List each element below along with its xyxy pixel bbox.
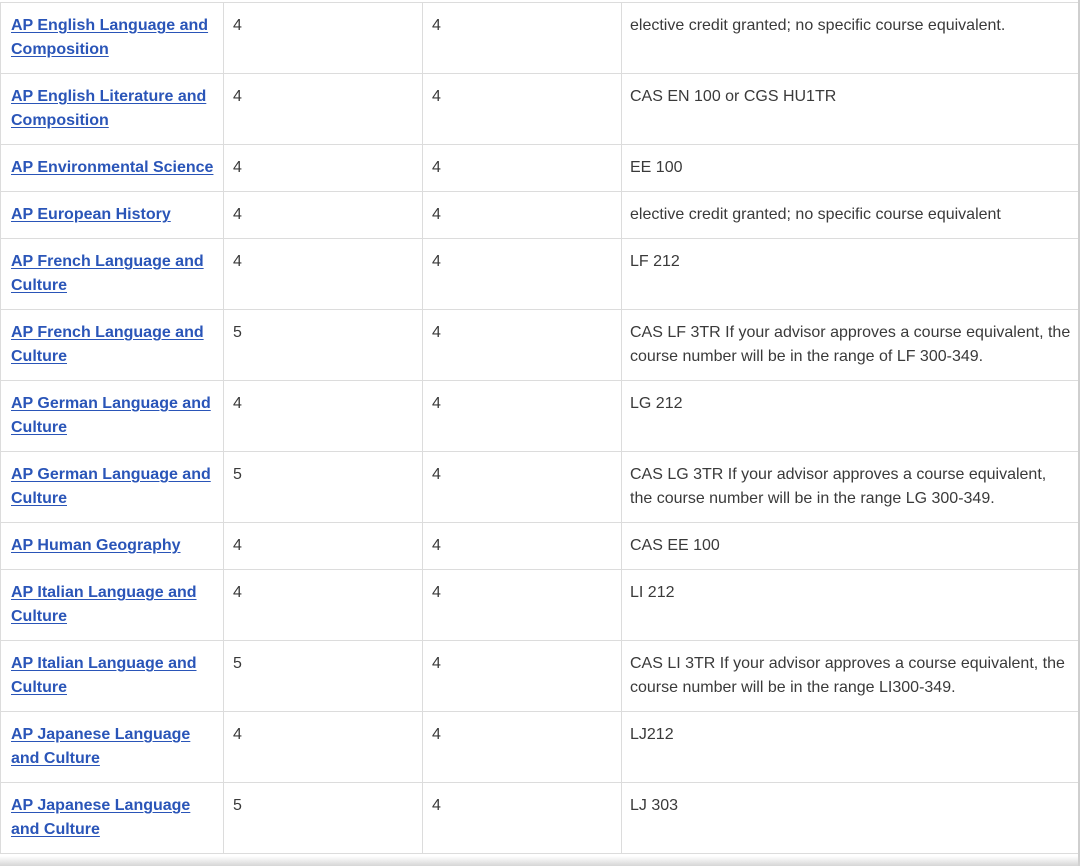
table-row: AP Italian Language and Culture 5 4 CAS … (0, 640, 1079, 712)
table-row: AP French Language and Culture 5 4 CAS L… (0, 309, 1079, 381)
credits-cell: 4 (422, 711, 622, 783)
course-link[interactable]: AP French Language and Culture (11, 324, 204, 365)
credits-cell: 4 (422, 522, 622, 570)
course-cell: AP German Language and Culture (0, 451, 224, 523)
score-cell: 5 (223, 782, 423, 854)
table-row: AP Human Geography 4 4 CAS EE 100 (0, 522, 1079, 570)
equivalent-cell: EE 100 (621, 144, 1079, 192)
equivalent-cell: CAS LF 3TR If your advisor approves a co… (621, 309, 1079, 381)
course-link[interactable]: AP English Literature and Composition (11, 88, 206, 129)
credits-cell: 4 (422, 73, 622, 145)
course-link[interactable]: AP French Language and Culture (11, 253, 204, 294)
course-link[interactable]: AP Italian Language and Culture (11, 655, 197, 696)
credits-cell: 4 (422, 569, 622, 641)
score-cell: 4 (223, 380, 423, 452)
score-cell: 4 (223, 191, 423, 239)
table-row: AP English Language and Composition 4 4 … (0, 2, 1079, 74)
course-link[interactable]: AP European History (11, 206, 171, 223)
course-link[interactable]: AP Environmental Science (11, 159, 213, 176)
equivalent-cell: LF 212 (621, 238, 1079, 310)
course-cell: AP Japanese Language and Culture (0, 711, 224, 783)
course-link[interactable]: AP English Language and Composition (11, 17, 208, 58)
equivalent-cell: CAS EE 100 (621, 522, 1079, 570)
score-cell: 4 (223, 711, 423, 783)
table-row: AP European History 4 4 elective credit … (0, 191, 1079, 239)
equivalent-cell: LI 212 (621, 569, 1079, 641)
table-row: AP Environmental Science 4 4 EE 100 (0, 144, 1079, 192)
equivalent-cell: CAS LG 3TR If your advisor approves a co… (621, 451, 1079, 523)
credits-cell: 4 (422, 640, 622, 712)
table-row: AP German Language and Culture 5 4 CAS L… (0, 451, 1079, 523)
credits-cell: 4 (422, 144, 622, 192)
table-row: AP German Language and Culture 4 4 LG 21… (0, 380, 1079, 452)
score-cell: 4 (223, 569, 423, 641)
page: AP English Language and Composition 4 4 … (0, 0, 1080, 866)
course-cell: AP Italian Language and Culture (0, 640, 224, 712)
score-cell: 5 (223, 451, 423, 523)
course-link[interactable]: AP Japanese Language and Culture (11, 797, 190, 838)
score-cell: 4 (223, 2, 423, 74)
course-link[interactable]: AP German Language and Culture (11, 466, 211, 507)
equivalent-cell: elective credit granted; no specific cou… (621, 2, 1079, 74)
score-cell: 4 (223, 238, 423, 310)
credits-cell: 4 (422, 309, 622, 381)
credits-cell: 4 (422, 238, 622, 310)
course-cell: AP European History (0, 191, 224, 239)
course-cell: AP Environmental Science (0, 144, 224, 192)
course-link[interactable]: AP Japanese Language and Culture (11, 726, 190, 767)
credits-cell: 4 (422, 782, 622, 854)
credits-cell: 4 (422, 451, 622, 523)
course-link[interactable]: AP Human Geography (11, 537, 181, 554)
credits-cell: 4 (422, 2, 622, 74)
ap-credit-table: AP English Language and Composition 4 4 … (0, 2, 1079, 854)
scroll-fade (0, 856, 1080, 866)
course-cell: AP Italian Language and Culture (0, 569, 224, 641)
table-row: AP English Literature and Composition 4 … (0, 73, 1079, 145)
table-row: AP French Language and Culture 4 4 LF 21… (0, 238, 1079, 310)
score-cell: 4 (223, 522, 423, 570)
table-row: AP Italian Language and Culture 4 4 LI 2… (0, 569, 1079, 641)
table-row: AP Japanese Language and Culture 4 4 LJ2… (0, 711, 1079, 783)
equivalent-cell: CAS LI 3TR If your advisor approves a co… (621, 640, 1079, 712)
course-cell: AP French Language and Culture (0, 238, 224, 310)
equivalent-cell: LJ212 (621, 711, 1079, 783)
course-cell: AP Human Geography (0, 522, 224, 570)
equivalent-cell: elective credit granted; no specific cou… (621, 191, 1079, 239)
table-row: AP Japanese Language and Culture 5 4 LJ … (0, 782, 1079, 854)
course-cell: AP French Language and Culture (0, 309, 224, 381)
course-link[interactable]: AP Italian Language and Culture (11, 584, 197, 625)
credits-cell: 4 (422, 191, 622, 239)
equivalent-cell: CAS EN 100 or CGS HU1TR (621, 73, 1079, 145)
course-cell: AP German Language and Culture (0, 380, 224, 452)
score-cell: 5 (223, 640, 423, 712)
score-cell: 4 (223, 144, 423, 192)
equivalent-cell: LJ 303 (621, 782, 1079, 854)
course-cell: AP English Literature and Composition (0, 73, 224, 145)
score-cell: 5 (223, 309, 423, 381)
credits-cell: 4 (422, 380, 622, 452)
equivalent-cell: LG 212 (621, 380, 1079, 452)
course-cell: AP English Language and Composition (0, 2, 224, 74)
score-cell: 4 (223, 73, 423, 145)
course-cell: AP Japanese Language and Culture (0, 782, 224, 854)
course-link[interactable]: AP German Language and Culture (11, 395, 211, 436)
